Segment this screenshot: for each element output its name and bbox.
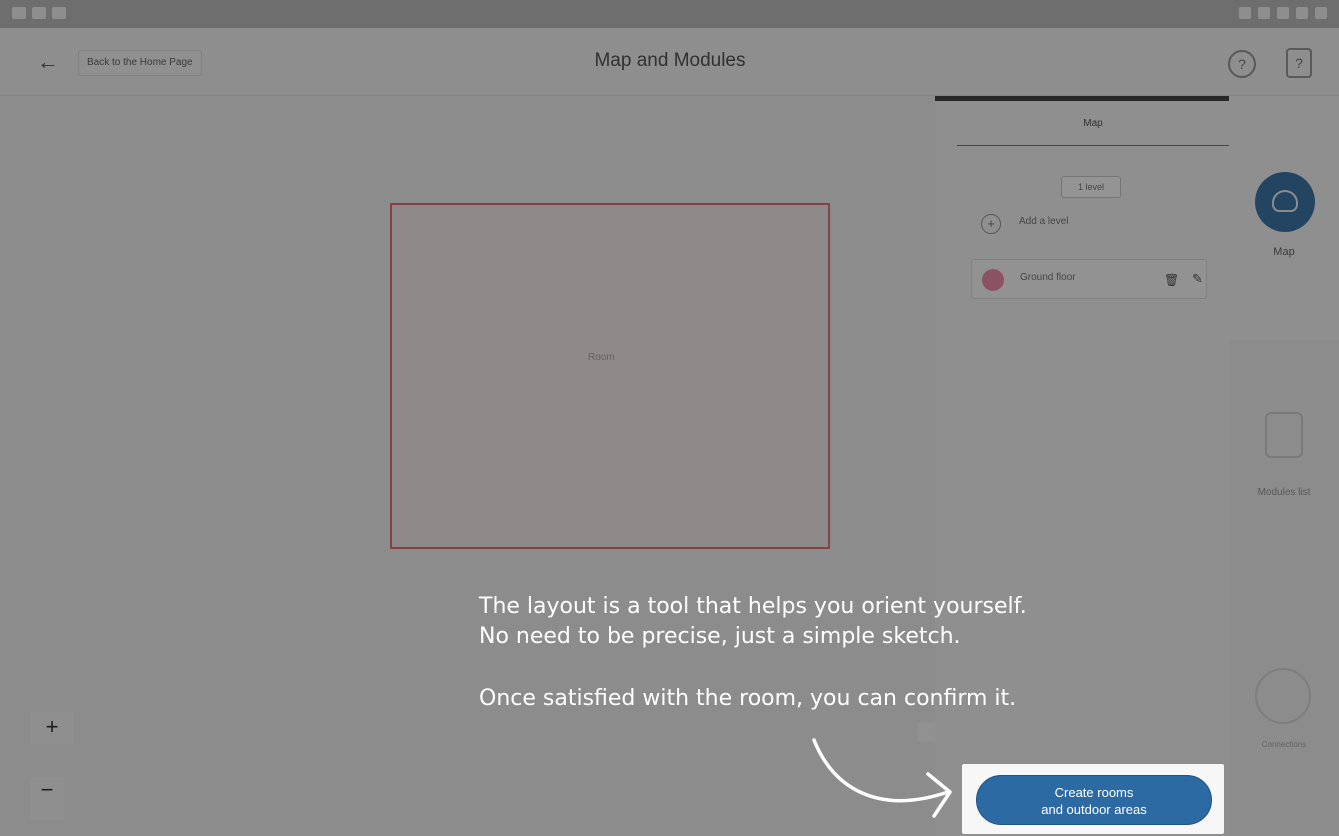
tip-line-2: No need to be precise, just a simple ske… — [479, 624, 961, 649]
create-rooms-line2: and outdoor areas — [1041, 802, 1147, 817]
tutorial-tip: The layout is a tool that helps you orie… — [479, 592, 1179, 714]
tip-line-1: The layout is a tool that helps you orie… — [479, 594, 1027, 619]
create-rooms-line1: Create rooms — [1054, 785, 1134, 800]
create-rooms-button[interactable]: Create rooms and outdoor areas — [976, 775, 1212, 825]
tutorial-arrow-icon — [812, 738, 952, 818]
tip-line-3: Once satisfied with the room, you can co… — [479, 686, 1017, 711]
